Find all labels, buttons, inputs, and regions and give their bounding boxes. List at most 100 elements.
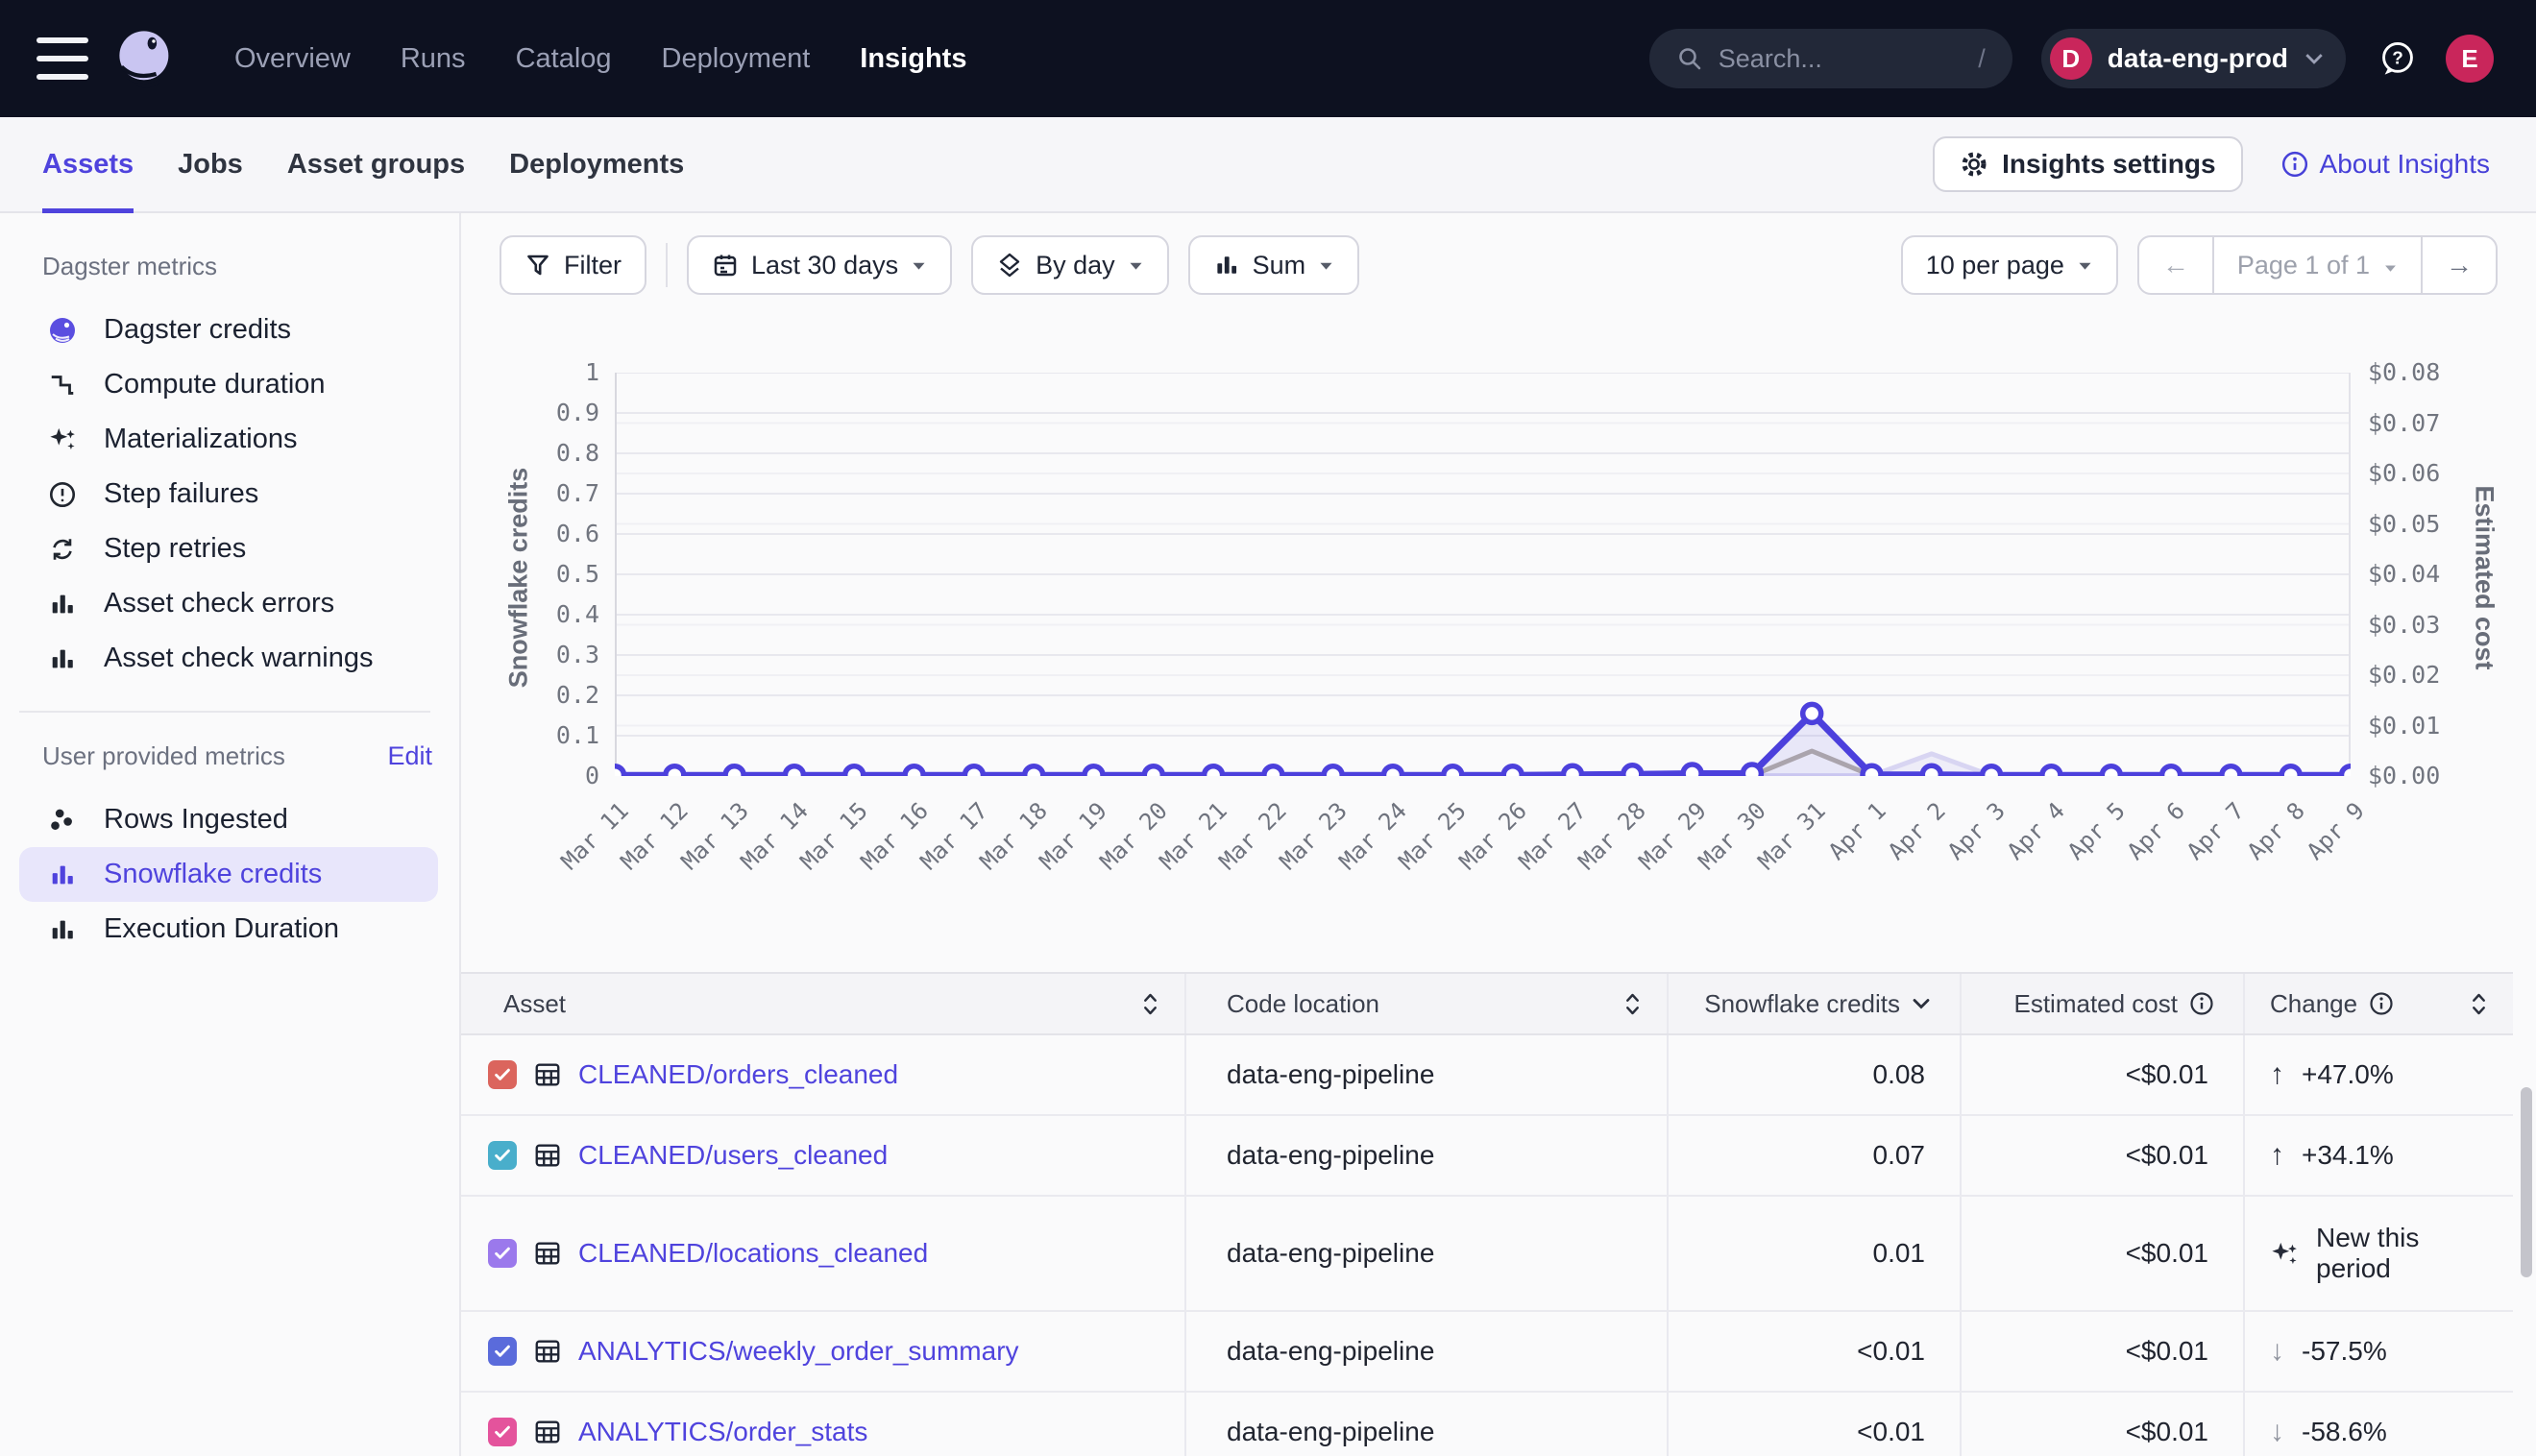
- assets-table: Asset Code locationSnowflake creditsEstim…: [461, 972, 2513, 1456]
- about-insights-link[interactable]: About Insights: [2281, 149, 2490, 180]
- sidebar-item-compute-duration[interactable]: Compute duration: [42, 357, 438, 412]
- table-row: CLEANED/orders_cleaneddata-eng-pipeline0…: [461, 1035, 2513, 1116]
- sidebar-item-asset-check-warnings[interactable]: Asset check warnings: [42, 631, 438, 686]
- insights-page: Overview Runs Catalog Deployment Insights Se…: [0, 0, 2536, 1456]
- sidebar-item-materializations[interactable]: Materializations: [42, 412, 438, 467]
- dagster-icon: [46, 314, 79, 347]
- about-insights-label: About Insights: [2320, 149, 2490, 180]
- asset-cell: CLEANED/users_cleaned: [461, 1116, 1184, 1195]
- asset-checkbox[interactable]: [488, 1060, 517, 1089]
- tab-asset-groups[interactable]: Asset groups: [287, 117, 465, 211]
- column-header-estimated-cost[interactable]: Estimated cost: [1960, 974, 2243, 1033]
- sort-icon[interactable]: [2470, 991, 2488, 1017]
- column-header-asset[interactable]: Asset: [461, 974, 1184, 1033]
- nav-item-overview[interactable]: Overview: [234, 43, 351, 75]
- sidebar-section-title: User provided metricsEdit: [42, 741, 432, 771]
- asset-checkbox[interactable]: [488, 1141, 517, 1170]
- right-axis-tick: $0.05: [2368, 510, 2440, 539]
- estimated-cost-cell: <$0.01: [1960, 1116, 2243, 1195]
- asset-link[interactable]: CLEANED/orders_cleaned: [578, 1059, 898, 1090]
- insights-settings-button[interactable]: Insights settings: [1933, 136, 2242, 192]
- sidebar-item-label: Execution Duration: [104, 913, 339, 945]
- left-axis-tick: 1: [484, 358, 599, 387]
- estimated-cost-cell: <$0.01: [1960, 1312, 2243, 1391]
- arrow-up-icon: ↑: [2270, 1139, 2284, 1172]
- info-icon[interactable]: [2369, 991, 2394, 1016]
- sidebar-item-snowflake-credits[interactable]: Snowflake credits: [19, 847, 438, 902]
- tab-assets[interactable]: Assets: [42, 117, 134, 211]
- nav-item-insights[interactable]: Insights: [860, 43, 966, 75]
- sort-icon[interactable]: [1623, 991, 1642, 1017]
- sidebar-item-rows-ingested[interactable]: Rows Ingested: [42, 792, 438, 847]
- snowflake-credits-cell: 0.07: [1667, 1116, 1960, 1195]
- help-button[interactable]: ?: [2378, 39, 2417, 78]
- sidebar-item-execution-duration[interactable]: Execution Duration: [42, 902, 438, 957]
- nav-item-deployment[interactable]: Deployment: [662, 43, 811, 75]
- asset-checkbox[interactable]: [488, 1239, 517, 1268]
- column-header-change[interactable]: Change: [2243, 974, 2513, 1033]
- search-input[interactable]: Search... /: [1649, 29, 2012, 88]
- column-header-code-location[interactable]: Code location: [1184, 974, 1667, 1033]
- column-header-snowflake-credits[interactable]: Snowflake credits: [1667, 974, 1960, 1033]
- chart-plot-area[interactable]: [615, 373, 2351, 776]
- sidebar-item-label: Rows Ingested: [104, 804, 288, 836]
- right-axis-tick: $0.03: [2368, 611, 2440, 640]
- tab-jobs[interactable]: Jobs: [178, 117, 243, 211]
- asset-link[interactable]: ANALYTICS/weekly_order_summary: [578, 1336, 1019, 1367]
- top-nav: Overview Runs Catalog Deployment Insights Se…: [0, 0, 2536, 117]
- sidebar-item-step-retries[interactable]: Step retries: [42, 522, 438, 576]
- estimated-cost-cell: <$0.01: [1960, 1197, 2243, 1310]
- search-icon: [1676, 45, 1703, 72]
- edit-metrics-link[interactable]: Edit: [387, 741, 432, 771]
- asset-cell: ANALYTICS/order_stats: [461, 1393, 1184, 1456]
- page-scrollbar-thumb[interactable]: [2521, 1087, 2532, 1277]
- sort-icon[interactable]: [1141, 991, 1159, 1017]
- table-header-row: Asset Code locationSnowflake creditsEstim…: [461, 972, 2513, 1035]
- change-cell: ↓-58.6%: [2243, 1393, 2513, 1456]
- table-asset-icon: [533, 1141, 562, 1170]
- left-axis-tick: 0.4: [484, 600, 599, 629]
- bar-chart-icon: [46, 643, 79, 675]
- sidebar-item-asset-check-errors[interactable]: Asset check errors: [42, 576, 438, 631]
- deployment-switcher[interactable]: D data-eng-prod: [2041, 29, 2346, 88]
- sidebar-item-label: Step failures: [104, 478, 258, 510]
- estimated-cost-cell: <$0.01: [1960, 1393, 2243, 1456]
- dagster-logo[interactable]: [113, 26, 179, 91]
- tab-deployments[interactable]: Deployments: [509, 117, 684, 211]
- snowflake-credits-cell: 0.08: [1667, 1035, 1960, 1114]
- sidebar-item-label: Materializations: [104, 424, 297, 455]
- asset-link[interactable]: CLEANED/locations_cleaned: [578, 1238, 928, 1269]
- user-avatar[interactable]: E: [2446, 35, 2494, 83]
- sidebar-item-dagster-credits[interactable]: Dagster credits: [42, 303, 438, 357]
- steps-icon: [46, 369, 79, 401]
- sidebar-item-label: Dagster credits: [104, 314, 291, 346]
- change-value: -57.5%: [2302, 1336, 2387, 1367]
- right-axis-tick: $0.08: [2368, 358, 2440, 387]
- change-cell: ↑ +34.1%: [2243, 1116, 2513, 1195]
- left-axis-tick: 0.9: [484, 399, 599, 427]
- nav-item-catalog[interactable]: Catalog: [516, 43, 612, 75]
- asset-link[interactable]: ANALYTICS/order_stats: [578, 1417, 867, 1447]
- dots-icon: [46, 804, 79, 837]
- asset-checkbox[interactable]: [488, 1337, 517, 1366]
- info-icon[interactable]: [2189, 991, 2214, 1016]
- gear-icon: [1960, 150, 1988, 179]
- asset-link[interactable]: CLEANED/users_cleaned: [578, 1140, 888, 1171]
- code-location-cell: data-eng-pipeline: [1184, 1393, 1667, 1456]
- nav-item-runs[interactable]: Runs: [401, 43, 466, 75]
- column-label: Change: [2270, 989, 2357, 1019]
- bar-chart-icon: [46, 913, 79, 946]
- table-asset-icon: [533, 1418, 562, 1446]
- table-row: ANALYTICS/order_statsdata-eng-pipeline<0…: [461, 1393, 2513, 1456]
- asset-checkbox[interactable]: [488, 1418, 517, 1446]
- bar-chart-icon: [46, 859, 79, 891]
- chevron-down-icon[interactable]: [1912, 997, 1931, 1010]
- table-row: CLEANED/locations_cleaneddata-eng-pipeli…: [461, 1197, 2513, 1312]
- sidebar-item-step-failures[interactable]: Step failures: [42, 467, 438, 522]
- info-icon: [2281, 151, 2308, 178]
- column-label: Asset: [503, 989, 566, 1019]
- change-value: +34.1%: [2302, 1140, 2394, 1171]
- svg-text:?: ?: [2392, 49, 2403, 69]
- asset-cell: ANALYTICS/weekly_order_summary: [461, 1312, 1184, 1391]
- hamburger-menu-button[interactable]: [37, 37, 88, 80]
